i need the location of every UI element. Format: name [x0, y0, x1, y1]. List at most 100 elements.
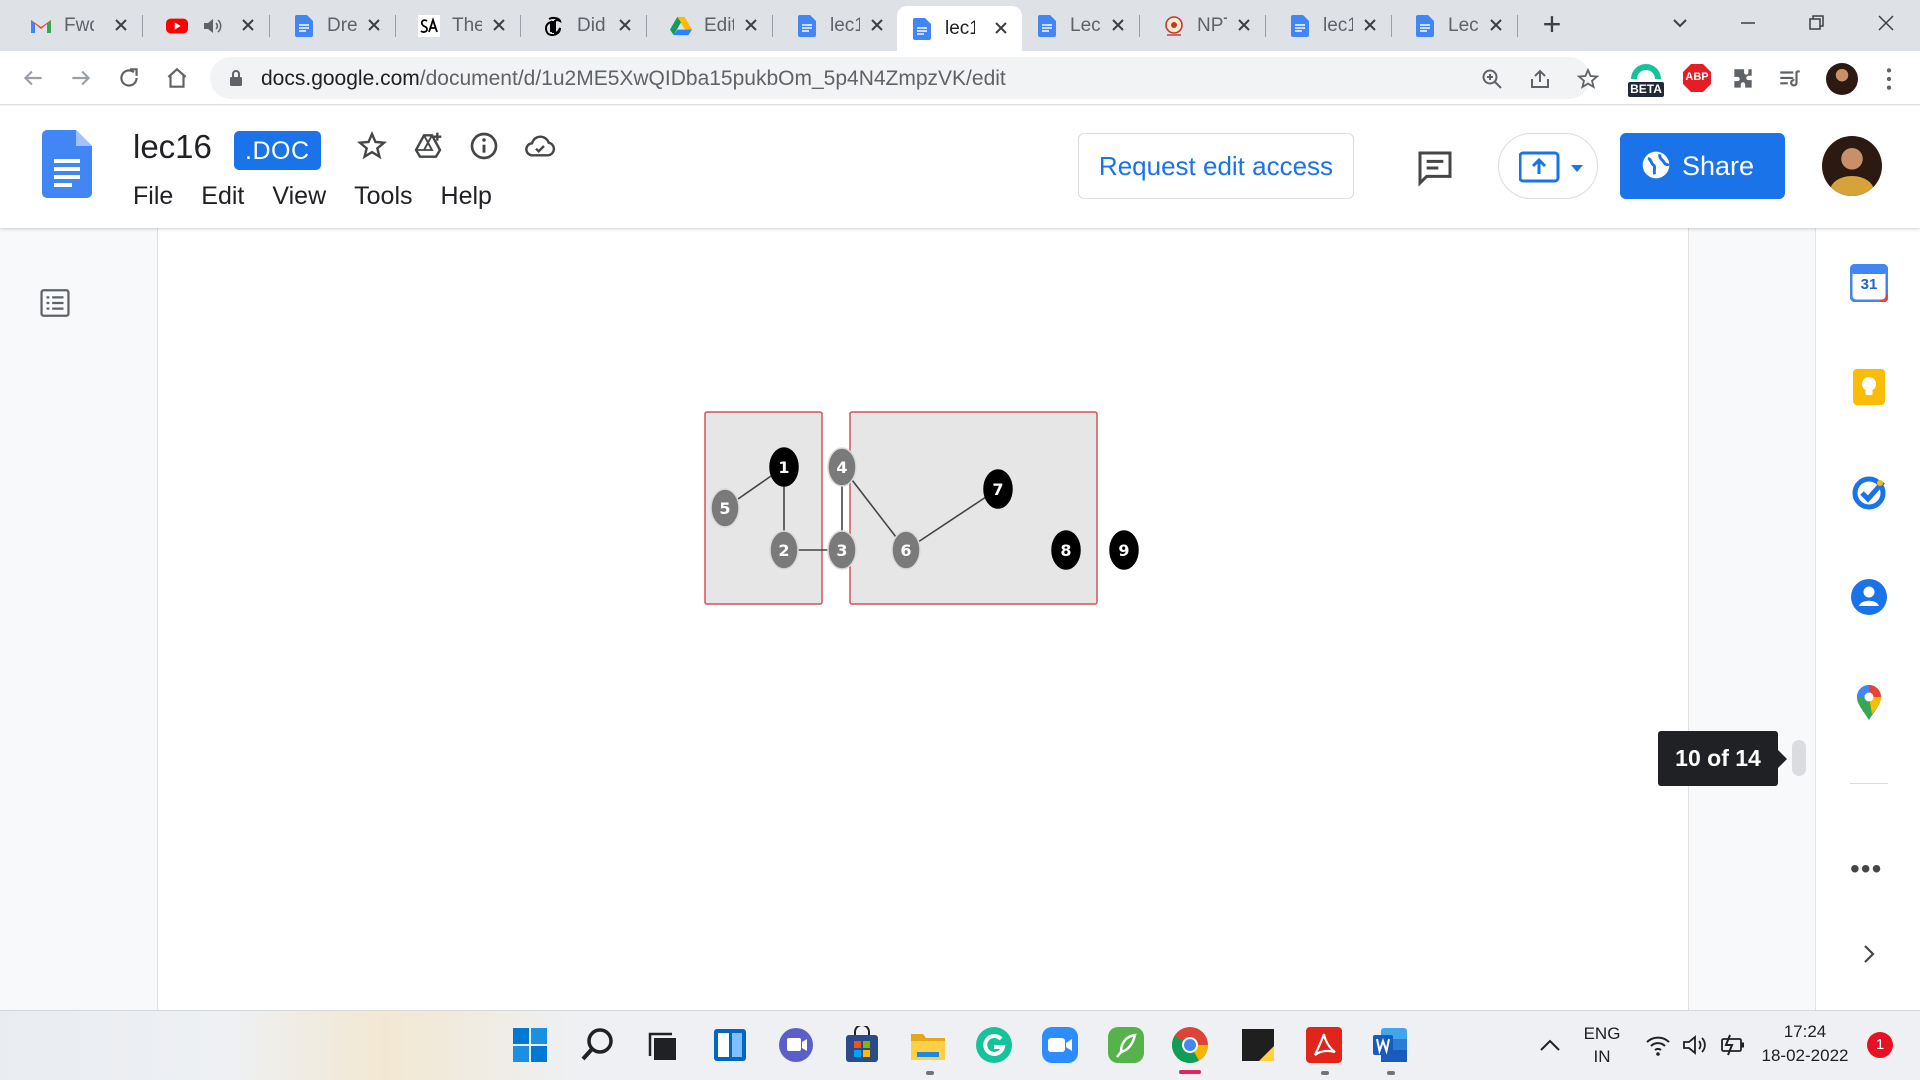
volume-icon[interactable] — [1681, 1033, 1709, 1057]
home-icon[interactable] — [162, 63, 192, 93]
tab-search-icon[interactable] — [1660, 8, 1700, 38]
tab-close-icon[interactable] — [363, 14, 385, 36]
grammarly-icon[interactable] — [975, 1026, 1013, 1064]
restore-icon[interactable] — [1797, 8, 1837, 38]
clock[interactable]: 17:24 18-02-2022 — [1754, 1022, 1856, 1066]
maps-icon[interactable] — [1850, 683, 1888, 721]
tab-strip: Fwd Dre The Did Edit lec1 lec1 Lec NPT lec1 Lec + — [0, 0, 1920, 51]
browser-tab-2[interactable] — [152, 8, 270, 43]
back-icon[interactable] — [18, 63, 48, 93]
minimize-icon[interactable] — [1728, 8, 1768, 38]
tab-close-icon[interactable] — [237, 14, 259, 36]
browser-tab-1[interactable]: Fwd — [16, 8, 143, 43]
comment-history-icon[interactable] — [1415, 148, 1455, 188]
cloud-status-icon[interactable] — [524, 130, 556, 162]
tab-title: lec1 — [1323, 14, 1353, 36]
tab-close-icon[interactable] — [866, 14, 888, 36]
menu-help[interactable]: Help — [441, 182, 492, 211]
adblock-plus-icon[interactable]: ABP — [1682, 63, 1712, 93]
browser-tab-3[interactable]: Dre — [279, 8, 396, 43]
browser-tab-10[interactable]: NPT — [1149, 8, 1266, 43]
tab-close-icon[interactable] — [110, 14, 132, 36]
docs-logo-icon[interactable] — [42, 130, 92, 198]
share-page-icon[interactable] — [1528, 67, 1552, 91]
file-explorer-icon[interactable] — [909, 1026, 947, 1064]
address-bar[interactable]: docs.google.com/document/d/1u2ME5XwQIDba… — [210, 57, 1600, 99]
new-tab-button[interactable]: + — [1537, 8, 1567, 40]
browser-tab-5[interactable]: Did — [529, 8, 647, 43]
move-to-drive-icon[interactable] — [412, 130, 444, 162]
menu-view[interactable]: View — [272, 182, 326, 211]
tab-close-icon[interactable] — [1107, 14, 1129, 36]
bookmark-star-icon[interactable] — [1576, 67, 1600, 91]
browser-menu-icon[interactable] — [1876, 65, 1902, 93]
contacts-icon[interactable] — [1850, 578, 1888, 616]
browser-tab-12[interactable]: Lec — [1400, 8, 1518, 43]
browser-tab-8[interactable]: lec1 — [897, 6, 1022, 51]
wifi-icon[interactable] — [1645, 1033, 1671, 1057]
grammarly-beta-extension-icon[interactable]: BETA — [1626, 61, 1666, 101]
browser-tab-7[interactable]: lec1 — [782, 8, 899, 43]
star-icon[interactable] — [356, 130, 388, 162]
expand-panel-icon[interactable] — [1858, 940, 1880, 972]
youtube-icon — [166, 15, 188, 37]
more-addons-icon[interactable]: ••• — [1850, 853, 1882, 885]
scrollbar-thumb[interactable] — [1792, 740, 1806, 776]
tab-close-icon[interactable] — [1233, 14, 1255, 36]
menu-tools[interactable]: Tools — [354, 182, 412, 211]
menu-file[interactable]: File — [133, 182, 173, 211]
abp-label: ABP — [1685, 71, 1709, 83]
request-edit-access-button[interactable]: Request edit access — [1078, 133, 1354, 199]
close-window-icon[interactable] — [1866, 8, 1906, 38]
menu-edit[interactable]: Edit — [201, 182, 244, 211]
microsoft-store-icon[interactable] — [843, 1026, 881, 1064]
word-icon[interactable] — [1371, 1026, 1409, 1064]
sticky-notes-icon[interactable] — [1239, 1026, 1277, 1064]
side-panel-divider — [1850, 783, 1888, 784]
notification-badge[interactable]: 1 — [1867, 1032, 1893, 1058]
extensions-puzzle-icon[interactable] — [1730, 66, 1756, 92]
chrome-icon[interactable] — [1171, 1026, 1209, 1064]
tray-overflow-icon[interactable] — [1538, 1035, 1562, 1055]
tab-close-icon[interactable] — [614, 14, 636, 36]
browser-tab-9[interactable]: Lec — [1022, 8, 1140, 43]
zoom-icon[interactable] — [1480, 67, 1504, 91]
input-language[interactable]: ENG IN — [1578, 1024, 1626, 1067]
account-avatar[interactable] — [1822, 136, 1882, 196]
tasks-icon[interactable] — [1850, 473, 1888, 511]
tab-close-icon[interactable] — [488, 14, 510, 36]
task-view-icon[interactable] — [645, 1026, 683, 1064]
calendar-icon[interactable]: 31 — [1849, 263, 1889, 303]
side-panel: 31 — [1815, 228, 1920, 1010]
reload-icon[interactable] — [114, 63, 144, 93]
browser-tab-4[interactable]: The — [404, 8, 521, 43]
battery-charging-icon[interactable] — [1717, 1033, 1747, 1057]
present-button[interactable] — [1498, 133, 1598, 199]
tab-close-icon[interactable] — [740, 14, 762, 36]
reading-list-icon[interactable] — [1777, 66, 1803, 92]
keep-icon[interactable] — [1850, 368, 1888, 406]
evernote-icon[interactable] — [1107, 1026, 1145, 1064]
share-button[interactable]: Share — [1620, 133, 1785, 199]
acrobat-icon[interactable] — [1305, 1026, 1343, 1064]
browser-tab-6[interactable]: Edit — [656, 8, 773, 43]
teams-chat-icon[interactable] — [777, 1026, 815, 1064]
tab-close-icon[interactable] — [990, 17, 1012, 39]
document-details-icon[interactable] — [468, 130, 500, 162]
search-icon[interactable] — [579, 1026, 617, 1064]
document-page[interactable] — [157, 228, 1689, 1010]
widgets-icon[interactable] — [711, 1026, 749, 1064]
browser-tab-11[interactable]: lec1 — [1275, 8, 1392, 43]
start-icon[interactable] — [511, 1026, 549, 1064]
tab-separator — [1391, 15, 1392, 37]
forward-icon[interactable] — [66, 63, 96, 93]
zoom-app-icon[interactable] — [1041, 1026, 1079, 1064]
document-title[interactable]: lec16 — [133, 128, 212, 166]
tab-audio-icon[interactable] — [202, 17, 222, 35]
tab-close-icon[interactable] — [1485, 14, 1507, 36]
document-outline-icon[interactable] — [38, 286, 72, 320]
docs-icon — [1036, 14, 1058, 37]
tab-close-icon[interactable] — [1359, 14, 1381, 36]
docs-icon — [796, 14, 818, 37]
profile-avatar[interactable] — [1826, 63, 1858, 95]
